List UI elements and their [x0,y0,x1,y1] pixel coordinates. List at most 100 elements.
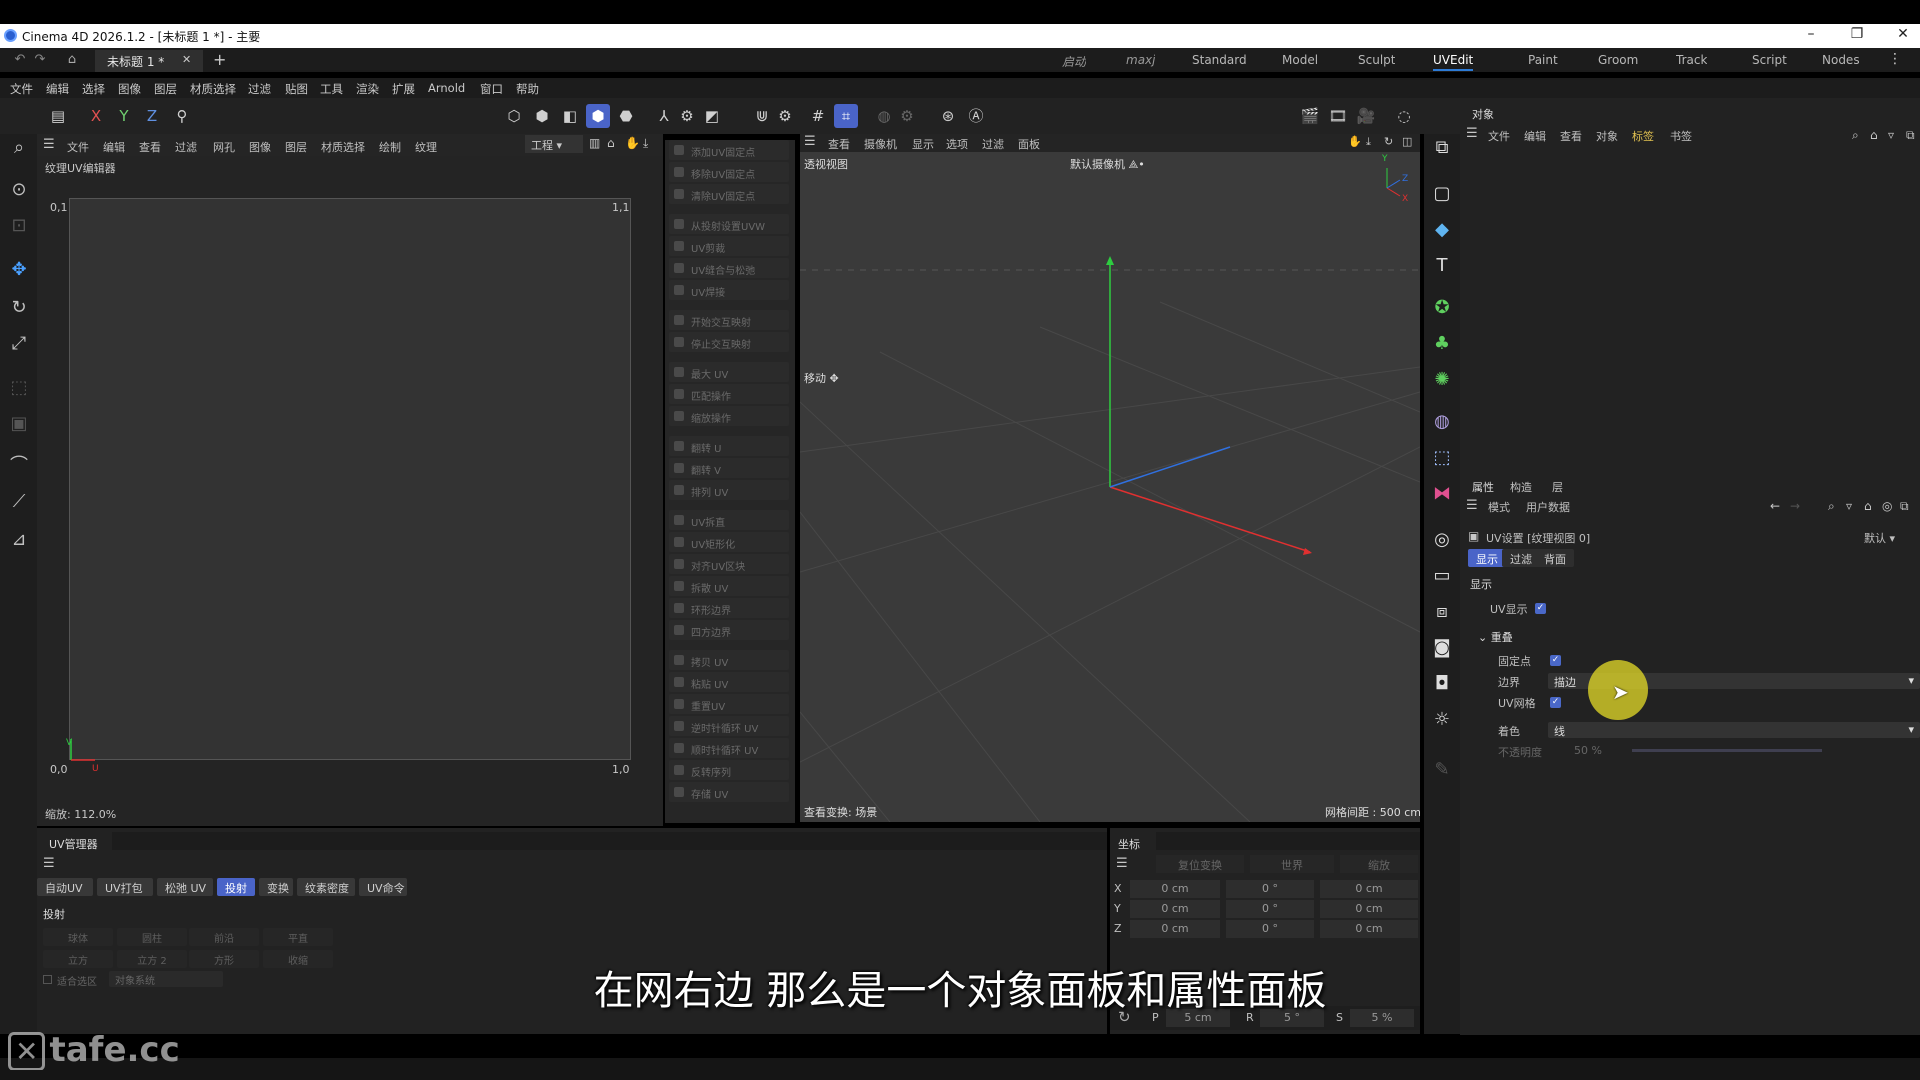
transform-icon[interactable]: ⬚ [5,374,33,402]
layout-tab-1[interactable]: maxj [1126,53,1155,67]
coord-scale-field-0[interactable]: 0 cm [1320,880,1418,898]
uv-command-24[interactable]: 逆时针循环 UV [669,716,789,736]
settings-icon[interactable]: ⚙ [675,104,699,128]
field-icon[interactable]: ◍ [1428,408,1456,436]
attr-mode-menu[interactable]: 模式 [1488,499,1510,515]
uv-command-13[interactable]: 翻转 V [669,458,789,478]
object-menu-item-0[interactable]: 文件 [1488,128,1510,144]
menu-item-0[interactable]: 文件 [10,81,33,97]
opacity-value[interactable]: 50 % [1574,744,1602,757]
edges-mode-icon[interactable]: ⬢ [530,104,554,128]
magnet-icon[interactable]: ⌒ [5,452,33,480]
layout-tab-7[interactable]: Groom [1598,53,1638,67]
knife-icon[interactable]: ⟋ [5,488,33,516]
attr-target-icon[interactable]: ◎ [1882,499,1892,513]
null-object-icon[interactable]: ▢ [1428,180,1456,208]
panel-icon[interactable]: ▤ [46,104,70,128]
scale-dropdown[interactable]: 缩放 [1340,855,1418,873]
attr-tab-attributes[interactable]: 属性 [1472,479,1494,495]
uv-menu-item-5[interactable]: 图像 [249,139,271,155]
uv-command-12[interactable]: 翻转 U [669,436,789,456]
uv-mesh-checkbox[interactable]: ✓ [1550,697,1561,708]
layout-tab-9[interactable]: Script [1752,53,1787,67]
preset-dropdown[interactable]: 默认 ▾ [1864,530,1920,546]
home-icon[interactable]: ⌂ [60,48,84,72]
coord-position-field-1[interactable]: 0 cm [1130,900,1220,918]
menu-item-8[interactable]: 工具 [320,81,343,97]
menu-item-4[interactable]: 图层 [154,81,177,97]
viewport-menu-item-3[interactable]: 选项 [946,136,968,152]
object-menu-item-4[interactable]: 标签 [1632,128,1654,144]
axis-mode-icon[interactable]: ⅄ [652,104,676,128]
menu-item-2[interactable]: 选择 [82,81,105,97]
uv-command-26[interactable]: 反转序列 [669,760,789,780]
viewport-dolly-icon[interactable]: ⤓ [1366,135,1371,149]
menu-item-7[interactable]: 贴图 [285,81,308,97]
layout-tab-4[interactable]: Sculpt [1358,53,1395,67]
uv-display-checkbox[interactable]: ✓ [1535,603,1546,614]
attr-hamburger-icon[interactable]: ☰ [1466,498,1478,513]
uv-menu-item-2[interactable]: 查看 [139,139,161,155]
coordinate-system-icon[interactable]: ⚲ [170,104,194,128]
viewport-menu-item-4[interactable]: 过滤 [982,136,1004,152]
uv-points-mode-icon[interactable]: ⬣ [614,104,638,128]
menu-item-1[interactable]: 编辑 [46,81,69,97]
object-menu-item-3[interactable]: 对象 [1596,128,1618,144]
ruler-icon[interactable]: ⊿ [5,526,33,554]
hamburger-menu-icon[interactable]: ☰ [43,137,55,152]
uv-menu-item-6[interactable]: 图层 [285,139,307,155]
layout-tab-0[interactable]: 启动 [1062,53,1086,70]
lock-icon[interactable]: ⌂ [607,136,615,150]
uv-command-6[interactable]: UV焊接 [669,280,789,300]
live-select-icon[interactable]: ⊡ [5,212,33,240]
uv-command-4[interactable]: UV剪裁 [669,236,789,256]
projection-button-0[interactable]: 球体 [43,928,113,946]
polygons-mode-icon[interactable]: ◧ [558,104,582,128]
menu-item-10[interactable]: 扩展 [392,81,415,97]
uv-manager-tab-2[interactable]: 松弛 UV [157,878,213,896]
uv-command-10[interactable]: 匹配操作 [669,384,789,404]
uv-command-23[interactable]: 重置UV [669,694,789,714]
coord-rotation-field-0[interactable]: 0 ° [1226,880,1314,898]
uv-command-27[interactable]: 存储 UV [669,782,789,802]
uv-command-3[interactable]: 从投射设置UVW [669,214,789,234]
histogram-icon[interactable]: ▥ [589,136,600,150]
uv-menu-item-1[interactable]: 编辑 [103,139,125,155]
object-home-icon[interactable]: ⌂ [1870,128,1878,142]
uv-polygons-mode-icon[interactable]: ⬢ [586,104,610,128]
uv-menu-item-9[interactable]: 纹理 [415,139,437,155]
coord-position-field-2[interactable]: 0 cm [1130,920,1220,938]
forward-arrow-icon[interactable]: → [1790,499,1800,513]
uv-menu-item-7[interactable]: 材质选择 [321,139,365,155]
object-filter-icon[interactable]: ▿ [1888,128,1894,142]
shading-dropdown[interactable]: 线 ▾ [1548,722,1920,738]
layout-tab-6[interactable]: Paint [1528,53,1558,67]
uv-manager-tab-3[interactable]: 投射 [217,878,255,896]
solo-icon[interactable]: ◩ [700,104,724,128]
uv-menu-item-8[interactable]: 绘制 [379,139,401,155]
viewport-menu-item-5[interactable]: 面板 [1018,136,1040,152]
projection-button-3[interactable]: 平直 [263,928,333,946]
layout-tab-5[interactable]: UVEdit [1433,53,1474,71]
menu-item-5[interactable]: 材质选择 [190,81,236,97]
attr-filter-icon[interactable]: ▿ [1846,499,1852,513]
viewport-pan-icon[interactable]: ✋ [1348,135,1362,148]
object-menu-item-1[interactable]: 编辑 [1524,128,1546,144]
search-icon[interactable]: ⌕ [5,134,33,162]
uv-command-9[interactable]: 最大 UV [669,362,789,382]
x-axis-toggle[interactable]: X [84,104,108,128]
reset-transform-dropdown[interactable]: 复位变换 [1156,855,1244,873]
interactive-render-icon[interactable]: ◌ [1392,104,1416,128]
scale-icon[interactable]: ⤢ [5,330,33,358]
uv-command-18[interactable]: 拆散 UV [669,576,789,596]
maximize-button[interactable]: ❐ [1842,26,1872,46]
uv-command-16[interactable]: UV矩形化 [669,532,789,552]
hair-icon[interactable]: Ⓐ [964,104,988,128]
move-icon[interactable]: ✥ [5,256,33,284]
attr-search-icon[interactable]: ⌕ [1828,499,1835,514]
object-expand-icon[interactable]: ⧉ [1906,128,1915,143]
layout-tab-8[interactable]: Track [1676,53,1707,67]
text-icon[interactable]: T [1428,252,1456,280]
uv-command-2[interactable]: 清除UV固定点 [669,184,789,204]
menu-item-12[interactable]: 窗口 [480,81,503,97]
